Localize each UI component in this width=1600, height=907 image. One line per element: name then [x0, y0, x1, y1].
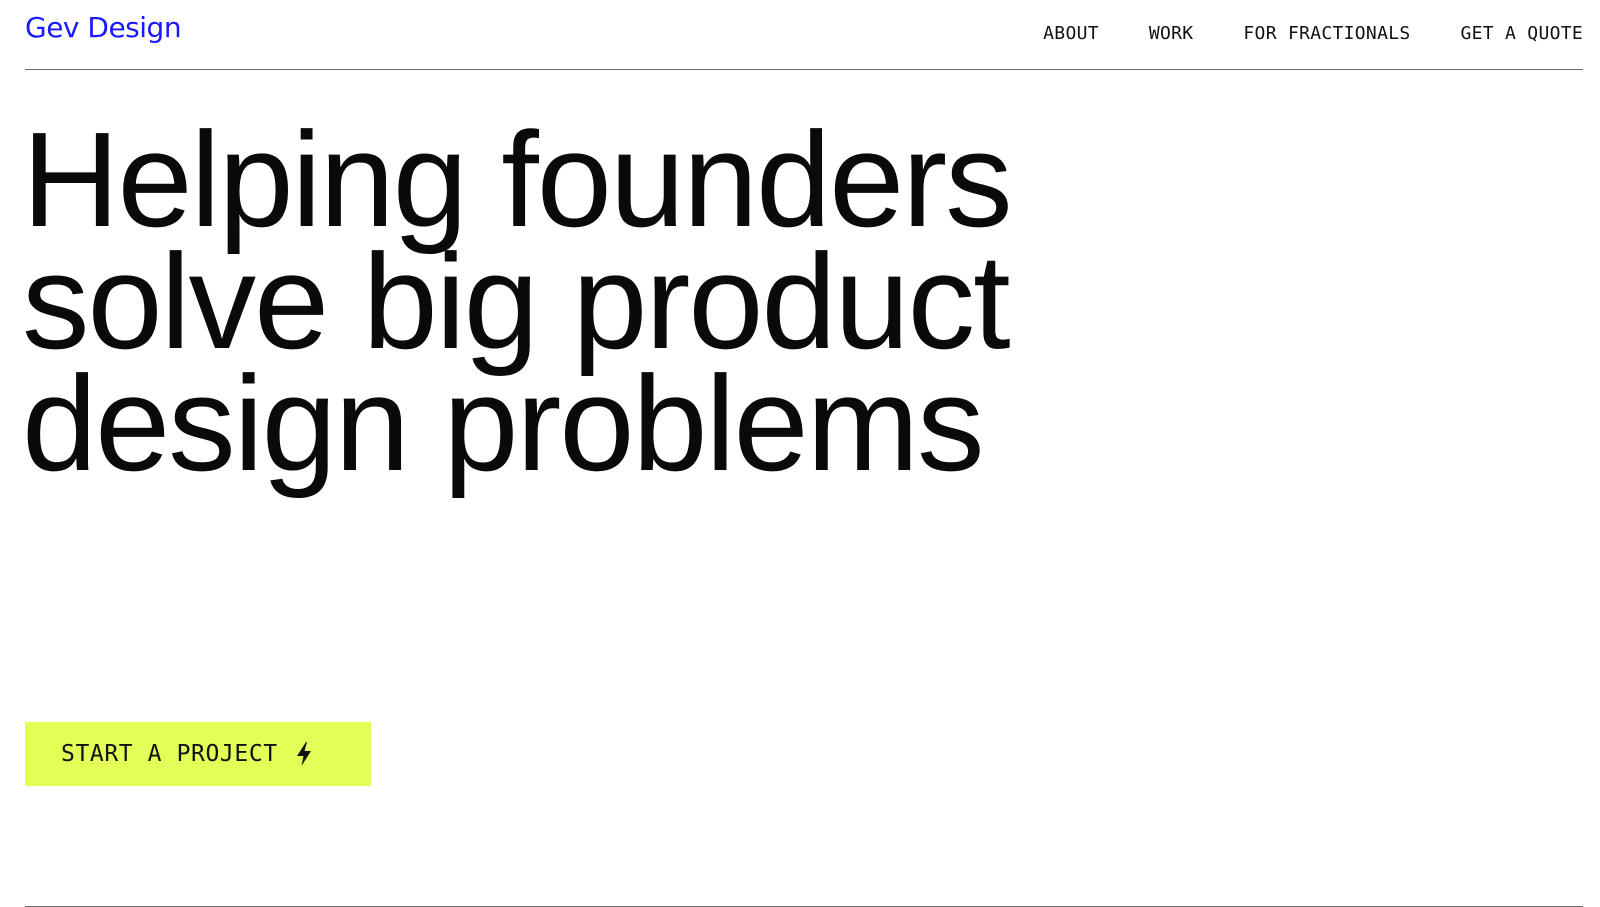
- site-header: Gev Design ABOUT WORK FOR FRACTIONALS GE…: [25, 0, 1583, 70]
- hero-line-1: Helping founders: [22, 104, 1013, 255]
- nav-link-work[interactable]: WORK: [1149, 22, 1194, 46]
- nav-link-get-a-quote[interactable]: GET A QUOTE: [1460, 22, 1583, 46]
- nav-link-for-fractionals[interactable]: FOR FRACTIONALS: [1243, 22, 1410, 46]
- start-project-button[interactable]: START A PROJECT: [25, 722, 371, 786]
- hero-headline: Helping founders solve big product desig…: [22, 104, 1013, 499]
- hero-line-3: design problems: [22, 348, 985, 499]
- hero-line-2: solve big product: [22, 226, 1011, 377]
- nav-link-about[interactable]: ABOUT: [1043, 22, 1099, 46]
- start-project-label: START A PROJECT: [61, 741, 278, 767]
- logo-link[interactable]: Gev Design: [25, 11, 182, 44]
- lightning-bolt-icon: [296, 742, 311, 766]
- main-nav: ABOUT WORK FOR FRACTIONALS GET A QUOTE: [1043, 22, 1583, 46]
